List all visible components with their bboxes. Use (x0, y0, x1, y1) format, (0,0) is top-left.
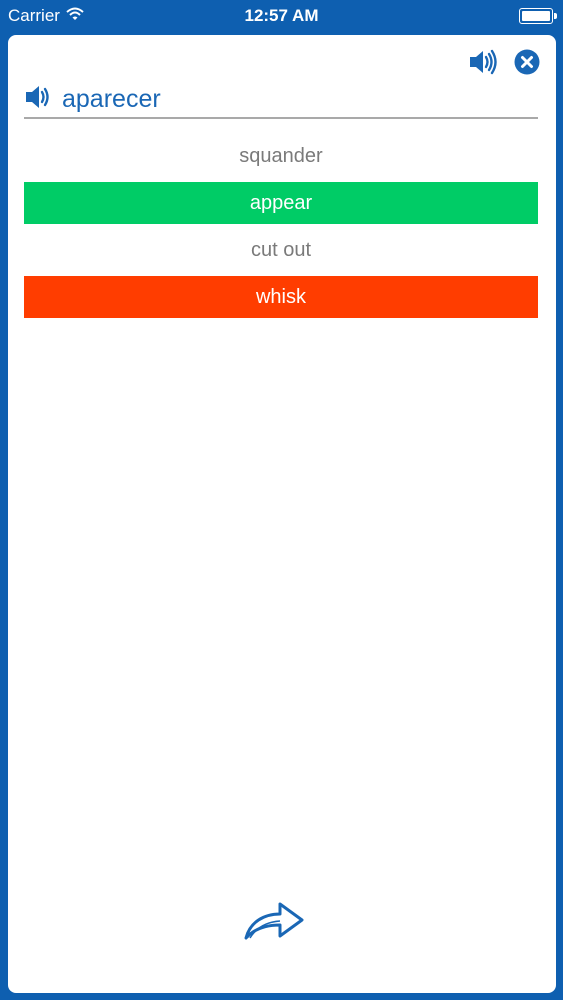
answer-options: squander appear cut out whisk (24, 135, 538, 323)
status-time: 12:57 AM (244, 6, 319, 25)
answer-option-whisk[interactable]: whisk (24, 276, 538, 318)
answer-option-appear[interactable]: appear (24, 182, 538, 224)
word-row: aparecer (24, 81, 538, 119)
battery-icon (519, 8, 557, 24)
answer-option-cut-out[interactable]: cut out (24, 229, 538, 271)
close-icon[interactable] (512, 47, 542, 77)
battery-fill (522, 11, 550, 21)
answer-option-squander[interactable]: squander (24, 135, 538, 177)
forward-arrow-icon[interactable] (240, 896, 308, 944)
quiz-card: aparecer squander appear cut out whisk (8, 35, 556, 993)
word-speaker-icon[interactable] (24, 83, 54, 116)
quiz-word: aparecer (62, 84, 161, 113)
speaker-icon[interactable] (468, 47, 498, 77)
top-toolbar (468, 47, 542, 77)
status-bar: Carrier 12:57 AM (0, 0, 563, 32)
